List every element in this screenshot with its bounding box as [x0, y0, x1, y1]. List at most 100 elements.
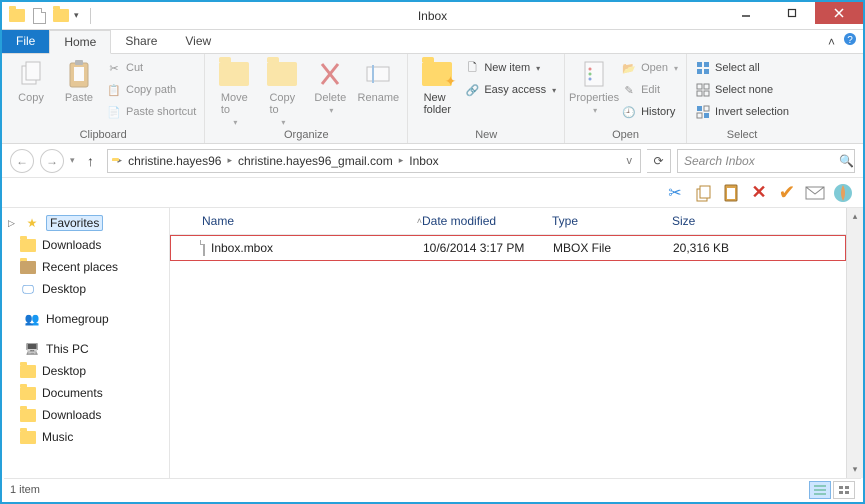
copy-icon[interactable]: [693, 183, 713, 203]
quick-access-toolbar: ▾: [2, 7, 93, 25]
move-to-button[interactable]: Move to▾: [213, 58, 255, 127]
paste-button[interactable]: Paste: [58, 58, 100, 104]
file-name: Inbox.mbox: [211, 241, 273, 255]
help-icon[interactable]: ?: [843, 32, 857, 49]
chevron-right-icon[interactable]: ▸: [395, 155, 408, 166]
copy-path-button[interactable]: 📋Copy path: [106, 80, 196, 100]
easy-access-button[interactable]: 🔗Easy access▾: [464, 80, 556, 100]
icons-view-button[interactable]: [833, 481, 855, 499]
navigation-pane[interactable]: ▷★Favorites Downloads Recent places 🖵Des…: [2, 208, 170, 478]
clipboard-icon[interactable]: [721, 183, 741, 203]
nav-downloads[interactable]: Downloads: [2, 234, 169, 256]
select-all-button[interactable]: Select all: [695, 58, 789, 78]
folder-icon: [20, 237, 36, 253]
nav-pc-music[interactable]: Music: [2, 426, 169, 448]
qat-newfolder-icon[interactable]: [52, 7, 70, 25]
scroll-down-icon[interactable]: ▾: [847, 461, 863, 478]
copy-button[interactable]: Copy: [10, 58, 52, 104]
check-icon[interactable]: ✔: [777, 183, 797, 203]
qat-dropdown[interactable]: ▾: [74, 10, 84, 21]
search-box[interactable]: 🔍: [677, 149, 855, 173]
col-date[interactable]: Date modified: [422, 214, 552, 228]
group-label-open: Open: [573, 127, 678, 141]
scissors-icon[interactable]: ✂: [665, 183, 685, 203]
rename-button[interactable]: Rename: [357, 58, 399, 104]
crumb-1[interactable]: christine.hayes96_gmail.com: [238, 154, 393, 168]
properties-button[interactable]: Properties▾: [573, 58, 615, 115]
homegroup-icon: 👥: [24, 311, 40, 327]
close-button[interactable]: [815, 2, 863, 24]
nav-pc-desktop[interactable]: Desktop: [2, 360, 169, 382]
search-input[interactable]: [684, 154, 839, 168]
nav-favorites[interactable]: ▷★Favorites: [2, 212, 169, 234]
forward-button[interactable]: →: [40, 149, 64, 173]
group-label-new: New: [416, 127, 556, 141]
refresh-button[interactable]: ⟳: [647, 149, 671, 173]
mail-icon[interactable]: [805, 183, 825, 203]
nav-homegroup[interactable]: 👥Homegroup: [2, 308, 169, 330]
breadcrumb[interactable]: ▸ christine.hayes96 ▸ christine.hayes96_…: [107, 149, 641, 173]
col-name[interactable]: Name˄: [202, 214, 422, 228]
desktop-icon: 🖵: [20, 281, 36, 297]
nav-recent-places[interactable]: Recent places: [2, 256, 169, 278]
details-view-button[interactable]: [809, 481, 831, 499]
select-none-button[interactable]: Select none: [695, 80, 789, 100]
qat-sep: [90, 8, 91, 24]
chevron-right-icon[interactable]: ▸: [114, 155, 127, 166]
status-bar: 1 item: [4, 478, 861, 500]
new-item-button[interactable]: 🗋New item▾: [464, 58, 556, 78]
invert-selection-button[interactable]: Invert selection: [695, 102, 789, 122]
history-button[interactable]: 🕘History: [621, 102, 678, 122]
nav-this-pc[interactable]: 🖥This PC: [2, 338, 169, 360]
titlebar: ▾ Inbox: [2, 2, 863, 30]
shell-icon[interactable]: [833, 183, 853, 203]
back-button[interactable]: ←: [10, 149, 34, 173]
scrollbar-vertical[interactable]: ▴ ▾: [846, 208, 863, 478]
recent-locations[interactable]: ▾: [70, 155, 75, 166]
cut-button[interactable]: ✂Cut: [106, 58, 196, 78]
file-type: MBOX File: [553, 241, 673, 255]
minimize-button[interactable]: [723, 2, 769, 24]
qat-properties-icon[interactable]: [30, 7, 48, 25]
maximize-button[interactable]: [769, 2, 815, 24]
crumb-dropdown[interactable]: v: [623, 155, 637, 167]
scroll-up-icon[interactable]: ▴: [847, 208, 863, 225]
extra-toolbar: ✂ ✕ ✔: [2, 178, 863, 208]
new-folder-button[interactable]: ✦New folder: [416, 58, 458, 116]
star-icon: ★: [24, 215, 40, 231]
tab-share[interactable]: Share: [111, 30, 171, 53]
nav-pc-downloads[interactable]: Downloads: [2, 404, 169, 426]
group-label-clipboard: Clipboard: [10, 127, 196, 141]
group-new: ✦New folder 🗋New item▾ 🔗Easy access▾ New: [408, 54, 565, 143]
search-icon[interactable]: 🔍: [839, 154, 854, 168]
folder-icon: [20, 385, 36, 401]
open-button[interactable]: 📂Open▾: [621, 58, 678, 78]
ribbon: Copy Paste ✂Cut 📋Copy path 📄Paste shortc…: [2, 54, 863, 144]
group-label-select: Select: [695, 127, 789, 141]
file-row[interactable]: Inbox.mbox 10/6/2014 3:17 PM MBOX File 2…: [170, 235, 846, 261]
tab-file[interactable]: File: [2, 30, 49, 53]
copy-to-button[interactable]: Copy to▾: [261, 58, 303, 127]
svg-text:?: ?: [847, 35, 853, 46]
tab-view[interactable]: View: [171, 30, 225, 53]
ribbon-tabs: File Home Share View: [2, 30, 863, 54]
crumb-2[interactable]: Inbox: [409, 154, 438, 168]
nav-desktop[interactable]: 🖵Desktop: [2, 278, 169, 300]
col-type[interactable]: Type: [552, 214, 672, 228]
col-size[interactable]: Size: [672, 214, 762, 228]
chevron-right-icon[interactable]: ▸: [223, 155, 236, 166]
nav-pc-documents[interactable]: Documents: [2, 382, 169, 404]
minimize-ribbon-icon[interactable]: ˄: [828, 35, 835, 49]
paste-shortcut-button[interactable]: 📄Paste shortcut: [106, 102, 196, 122]
file-date: 10/6/2014 3:17 PM: [423, 241, 553, 255]
tab-home[interactable]: Home: [49, 30, 111, 54]
delete-button[interactable]: Delete▾: [309, 58, 351, 115]
app-icon: [8, 7, 26, 25]
delete-x-icon[interactable]: ✕: [749, 183, 769, 203]
edit-button[interactable]: ✎Edit: [621, 80, 678, 100]
column-headers[interactable]: Name˄ Date modified Type Size: [170, 208, 846, 235]
main-area: ▷★Favorites Downloads Recent places 🖵Des…: [2, 208, 863, 478]
up-button[interactable]: ↑: [81, 153, 101, 169]
item-count: 1 item: [10, 484, 40, 496]
crumb-0[interactable]: christine.hayes96: [128, 154, 221, 168]
